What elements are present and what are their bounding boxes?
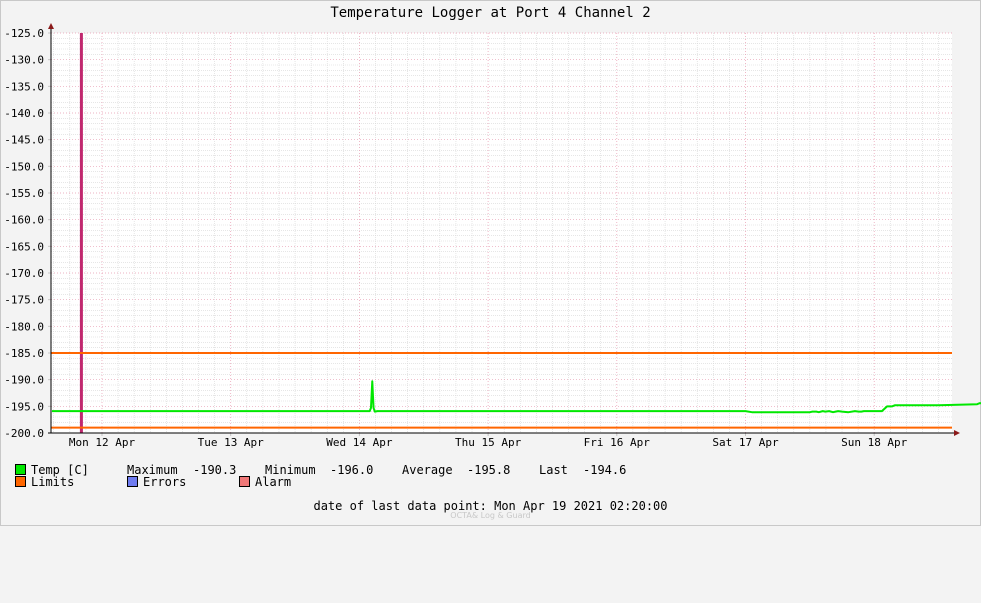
minimum-value: -196.0 bbox=[330, 463, 374, 477]
y-tick-label: -130.0 bbox=[4, 54, 44, 67]
legend-item-alarm: Alarm bbox=[239, 475, 291, 489]
y-tick-label: -170.0 bbox=[4, 267, 44, 280]
temp-swatch-icon bbox=[15, 464, 26, 475]
maximum-value: -190.3 bbox=[193, 463, 237, 477]
last-label: Last bbox=[539, 463, 568, 477]
plot-area bbox=[51, 33, 952, 433]
y-tick-label: -155.0 bbox=[4, 187, 44, 200]
legend-errors-label: Errors bbox=[143, 475, 187, 489]
average-label: Average bbox=[402, 463, 453, 477]
y-tick-label: -135.0 bbox=[4, 80, 44, 93]
x-tick-label: Thu 15 Apr bbox=[455, 436, 522, 449]
y-tick-label: -145.0 bbox=[4, 134, 44, 147]
temperature-chart: -125.0 -130.0 -135.0 -140.0 -145.0 -150.0 -155… bbox=[4, 23, 981, 449]
legend-limits-label: Limits bbox=[31, 475, 75, 489]
average-value: -195.8 bbox=[467, 463, 511, 477]
x-tick-label: Tue 13 Apr bbox=[198, 436, 265, 449]
x-tick-label: Wed 14 Apr bbox=[326, 436, 393, 449]
y-tick-label: -160.0 bbox=[4, 214, 44, 227]
y-tick-label: -185.0 bbox=[4, 347, 44, 360]
watermark: OCTA& Log & Guard bbox=[450, 511, 531, 520]
last-value: -194.6 bbox=[583, 463, 627, 477]
limits-swatch-icon bbox=[15, 476, 26, 487]
y-tick-label: -195.0 bbox=[4, 400, 44, 413]
y-tick-label: -125.0 bbox=[4, 27, 44, 40]
legend-row-2: Limits Errors Alarm bbox=[15, 475, 291, 489]
alarm-swatch-icon bbox=[239, 476, 250, 487]
legend-item-limits: Limits bbox=[15, 475, 74, 489]
y-tick-label: -180.0 bbox=[4, 320, 44, 333]
x-tick-label: Sat 17 Apr bbox=[712, 436, 779, 449]
x-tick-label: Fri 16 Apr bbox=[584, 436, 651, 449]
legend-alarm-label: Alarm bbox=[255, 475, 292, 489]
errors-swatch-icon bbox=[127, 476, 138, 487]
y-tick-label: -140.0 bbox=[4, 107, 44, 120]
y-tick-label: -175.0 bbox=[4, 294, 44, 307]
y-axis-arrow-icon bbox=[48, 23, 54, 29]
y-tick-label: -165.0 bbox=[4, 240, 44, 253]
x-tick-label: Mon 12 Apr bbox=[69, 436, 136, 449]
y-tick-label: -200.0 bbox=[4, 427, 44, 440]
x-tick-label: Sun 18 Apr bbox=[841, 436, 908, 449]
x-axis-arrow-icon bbox=[954, 430, 960, 436]
legend-item-errors: Errors bbox=[127, 475, 186, 489]
y-tick-label: -190.0 bbox=[4, 374, 44, 387]
y-tick-label: -150.0 bbox=[4, 160, 44, 173]
